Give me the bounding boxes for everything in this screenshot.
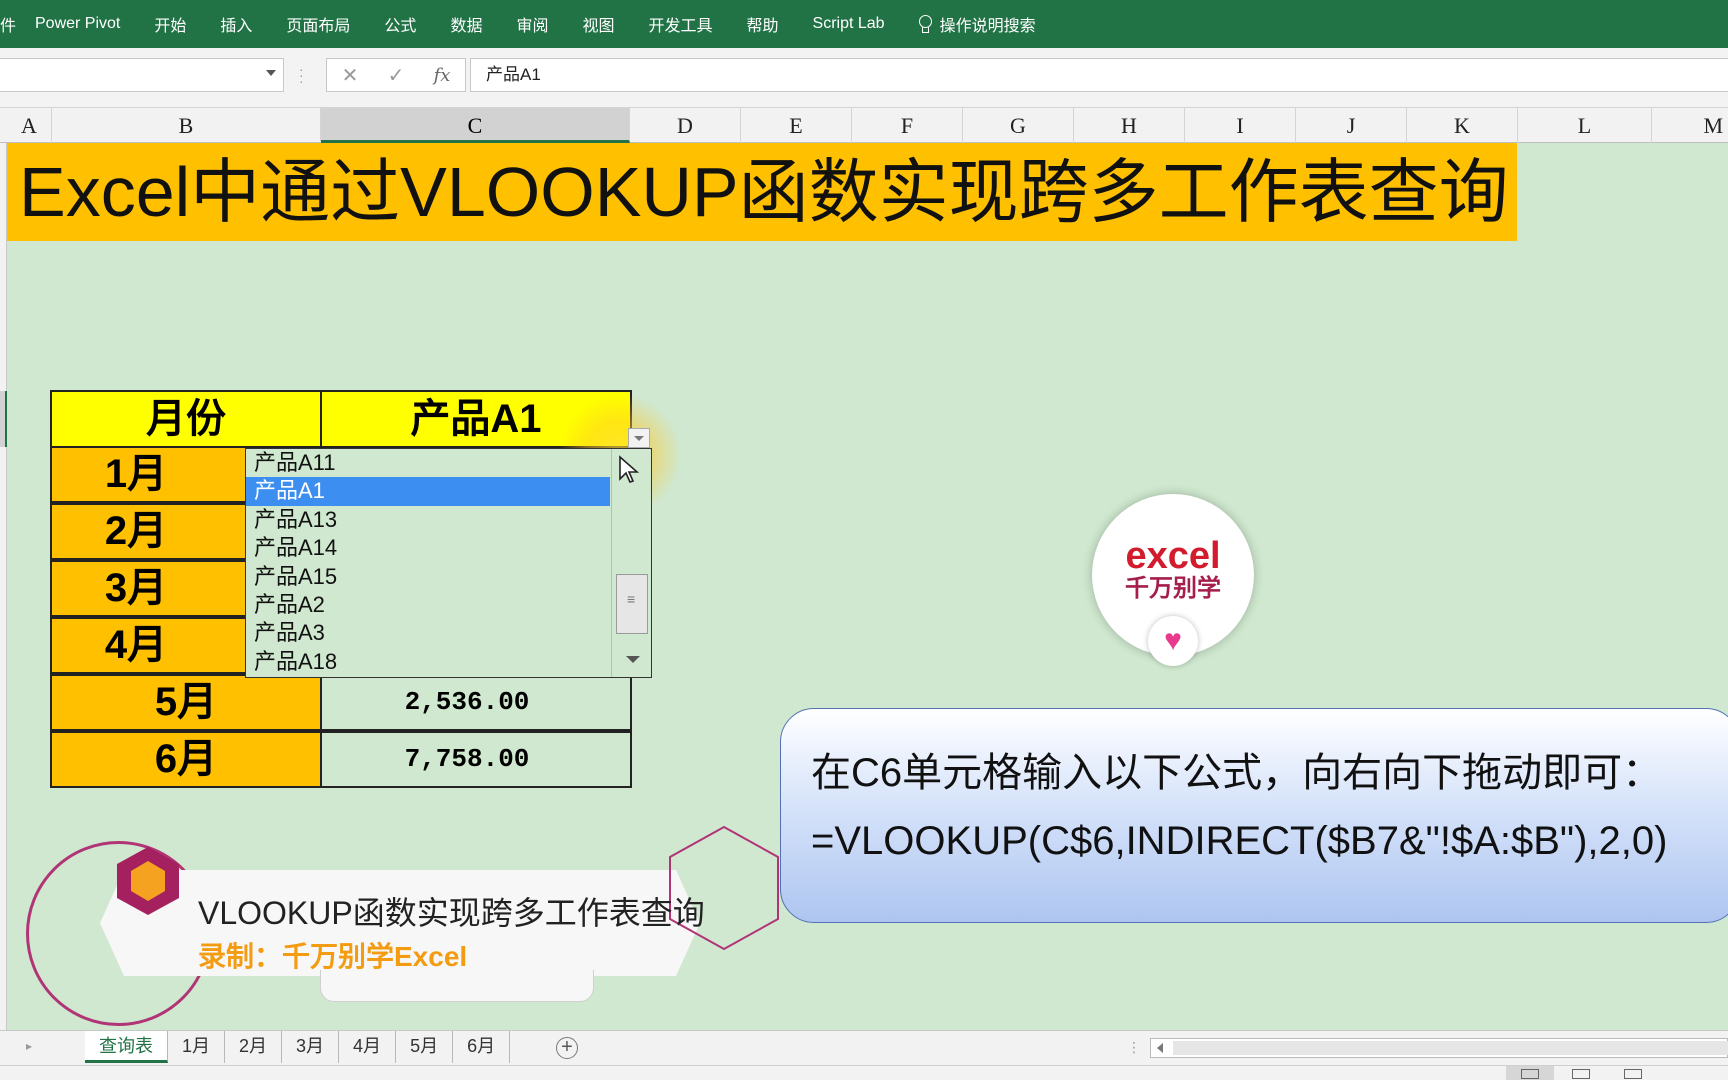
status-bar xyxy=(0,1065,1728,1080)
column-header-k[interactable]: K xyxy=(1407,108,1518,143)
sheet-tab-apr[interactable]: 4月 xyxy=(339,1031,397,1063)
column-header-b[interactable]: B xyxy=(52,108,321,143)
add-sheet-icon[interactable]: + xyxy=(556,1037,578,1059)
tab-split-handle-icon[interactable]: ⋮ xyxy=(1127,1039,1141,1056)
horizontal-scrollbar[interactable] xyxy=(1150,1038,1728,1058)
column-header-c[interactable]: C xyxy=(321,108,630,143)
formula-callout[interactable]: 在C6单元格输入以下公式，向右向下拖动即可： =VLOOKUP(C$6,INDI… xyxy=(780,708,1728,923)
title-banner[interactable]: Excel中通过VLOOKUP函数实现跨多工作表查询 xyxy=(7,143,1517,241)
caption-title: VLOOKUP函数实现跨多工作表查询 xyxy=(198,895,705,931)
list-item[interactable]: 产品A13 xyxy=(246,506,610,534)
column-header-a[interactable]: A xyxy=(7,108,52,143)
list-item[interactable]: 产品A3 xyxy=(246,619,610,647)
resize-grip-icon[interactable]: · · · xyxy=(299,62,305,88)
sheet-tab-query[interactable]: 查询表 xyxy=(85,1031,168,1063)
sheet-nav-icon[interactable]: ▸ xyxy=(26,1039,32,1053)
tab-view[interactable]: 视图 xyxy=(565,12,631,36)
sheet-tab-feb[interactable]: 2月 xyxy=(225,1031,283,1063)
normal-view-icon[interactable] xyxy=(1521,1069,1539,1079)
name-box[interactable] xyxy=(0,58,284,92)
list-item[interactable]: 产品A11 xyxy=(246,449,610,477)
month-cell[interactable]: 6月 xyxy=(50,731,322,788)
tab-power-pivot[interactable]: Power Pivot xyxy=(18,15,137,33)
month-cell[interactable]: 5月 xyxy=(50,674,322,731)
caption-author: 录制：千万别学Excel xyxy=(198,941,468,972)
sheet-tab-mar[interactable]: 3月 xyxy=(282,1031,340,1063)
validation-dropdown-list[interactable]: 产品A11 产品A1 产品A13 产品A14 产品A15 产品A2 产品A3 产… xyxy=(245,448,652,678)
list-item[interactable]: 产品A18 xyxy=(246,648,610,676)
column-header-m[interactable]: M xyxy=(1652,108,1728,143)
sheet-tab-bar: ▸ 查询表 1月 2月 3月 4月 5月 6月 + ⋮ xyxy=(0,1030,1728,1065)
header-month-cell[interactable]: 月份 xyxy=(50,390,322,448)
column-header-g[interactable]: G xyxy=(963,108,1074,143)
tab-developer[interactable]: 开发工具 xyxy=(631,12,729,36)
enter-icon[interactable]: ✓ xyxy=(373,63,419,88)
scrollbar-thumb[interactable] xyxy=(1173,1041,1728,1055)
tab-page-layout[interactable]: 页面布局 xyxy=(269,12,367,36)
formula-buttons: ✕ ✓ fx xyxy=(326,58,466,92)
tell-me-search[interactable]: 操作说明搜索 xyxy=(902,12,1036,36)
logo-text-cn: 千万别学 xyxy=(1125,575,1221,602)
page-layout-view-icon[interactable] xyxy=(1572,1069,1590,1079)
sheet-tab-jun[interactable]: 6月 xyxy=(453,1031,511,1063)
tab-review[interactable]: 审阅 xyxy=(499,12,565,36)
value-cell[interactable]: 7,758.00 xyxy=(320,731,632,788)
column-header-h[interactable]: H xyxy=(1074,108,1185,143)
list-item-selected[interactable]: 产品A1 xyxy=(246,477,610,506)
hexagon-icon xyxy=(117,847,179,915)
tab-data[interactable]: 数据 xyxy=(433,12,499,36)
column-headers: A B C D E F G H I J K L M xyxy=(0,108,1728,143)
callout-instruction: 在C6单元格输入以下公式，向右向下拖动即可： xyxy=(811,751,1663,795)
dropdown-arrow-button[interactable] xyxy=(628,428,650,448)
tab-help[interactable]: 帮助 xyxy=(730,12,796,36)
tab-formulas[interactable]: 公式 xyxy=(367,12,433,36)
formula-bar: · · · ✕ ✓ fx 产品A1 xyxy=(0,48,1728,108)
value-cell[interactable]: 2,536.00 xyxy=(320,674,632,731)
column-header-l[interactable]: L xyxy=(1518,108,1652,143)
column-header-i[interactable]: I xyxy=(1185,108,1296,143)
ribbon-tab-file-partial[interactable]: 件 xyxy=(0,12,18,36)
heart-icon: ♥ xyxy=(1148,616,1198,666)
column-header-j[interactable]: J xyxy=(1296,108,1407,143)
tab-insert[interactable]: 插入 xyxy=(203,12,269,36)
insert-function-icon[interactable]: fx xyxy=(419,65,465,86)
page-break-view-icon[interactable] xyxy=(1624,1069,1642,1079)
lightbulb-icon xyxy=(918,15,932,33)
cancel-icon[interactable]: ✕ xyxy=(327,63,373,88)
column-header-e[interactable]: E xyxy=(741,108,852,143)
formula-input[interactable]: 产品A1 xyxy=(470,58,1728,92)
callout-formula: =VLOOKUP(C$6,INDIRECT($B7&"!$A:$B"),2,0) xyxy=(811,819,1668,863)
tell-me-label: 操作说明搜索 xyxy=(939,18,1036,35)
scrollbar-thumb[interactable] xyxy=(616,574,648,634)
column-header-d[interactable]: D xyxy=(630,108,741,143)
list-item[interactable]: 产品A2 xyxy=(246,591,610,619)
scroll-down-icon[interactable] xyxy=(626,656,640,663)
tab-script-lab[interactable]: Script Lab xyxy=(796,15,902,33)
selected-row-marker xyxy=(0,391,7,447)
list-item[interactable]: 产品A14 xyxy=(246,534,610,562)
sheet-tabs: 查询表 1月 2月 3月 4月 5月 6月 xyxy=(85,1031,511,1063)
logo-text-excel: excel xyxy=(1125,535,1221,577)
sheet-tab-may[interactable]: 5月 xyxy=(396,1031,454,1063)
list-item[interactable]: 产品A15 xyxy=(246,563,610,591)
tab-home[interactable]: 开始 xyxy=(137,12,203,36)
row-headers xyxy=(0,143,7,1030)
column-header-f[interactable]: F xyxy=(852,108,963,143)
ribbon-tabs: 件 Power Pivot 开始 插入 页面布局 公式 数据 审阅 视图 开发工… xyxy=(0,0,1728,48)
sheet-tab-jan[interactable]: 1月 xyxy=(168,1031,226,1063)
